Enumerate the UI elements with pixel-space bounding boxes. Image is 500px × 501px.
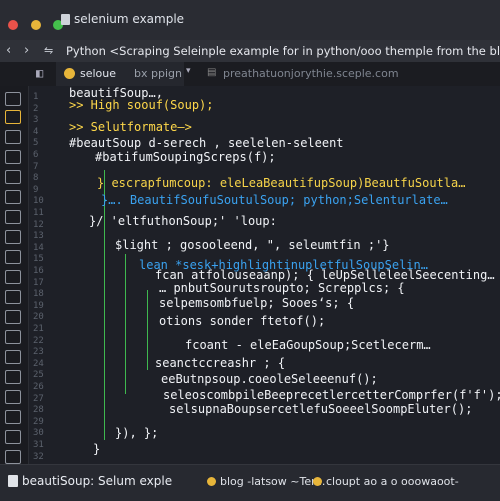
database-icon[interactable]: [5, 270, 21, 284]
code-line[interactable]: selpemsombfuelp; Sooes‘s; {: [159, 296, 354, 310]
code-line[interactable]: $light ; gosooleend, ", seleumtfin ;'}: [115, 238, 390, 252]
code-line[interactable]: >> Selutformate—>: [69, 120, 192, 134]
back-button[interactable]: ‹: [6, 43, 11, 58]
new-tab-icon[interactable]: ◧: [36, 66, 43, 80]
settings-icon[interactable]: [5, 430, 21, 444]
tab-label: preathatuonjorythie.sceple.com: [223, 67, 399, 80]
activity-bar: [0, 86, 29, 500]
status-indicator-icon: [207, 477, 216, 486]
source-control-icon[interactable]: [5, 150, 21, 164]
browser-icon[interactable]: [5, 290, 21, 304]
notifications-icon[interactable]: [5, 450, 21, 464]
status-file[interactable]: beautiSoup: Selum exple: [22, 474, 172, 488]
extensions-icon[interactable]: [5, 190, 21, 204]
code-line[interactable]: >> High soouf(Soup);: [69, 98, 214, 112]
search-icon[interactable]: [5, 130, 21, 144]
path-bar: ‹ › ⇋ Python <Scraping Seleinple example…: [0, 40, 500, 62]
code-line[interactable]: eeButnpsoup.coeoleSeleeenuf();: [161, 372, 378, 386]
code-line[interactable]: #batifumSoupingScreps(f);: [95, 150, 276, 164]
code-line[interactable]: #beautSoup d-serech , seelelen-seleent: [69, 136, 344, 150]
files-icon[interactable]: [5, 92, 21, 106]
window-controls: [8, 15, 66, 34]
timeline-icon[interactable]: [5, 330, 21, 344]
close-button[interactable]: [8, 20, 18, 30]
tab-bx-ppign[interactable]: bx ppign ▾: [130, 62, 198, 86]
file-icon: [8, 475, 18, 487]
code-line[interactable]: selsupnaBoupsercetlefuSoeeelSoompEluter(…: [169, 402, 472, 416]
document-icon: ▤: [207, 67, 217, 78]
breadcrumb[interactable]: Python <Scraping Seleinple example for i…: [66, 44, 500, 58]
code-line[interactable]: otions sonder ftetof();: [159, 314, 325, 328]
terminal-icon[interactable]: [5, 210, 21, 224]
code-area[interactable]: beautifSoup…, >> High soouf(Soup); >> Selu…: [29, 86, 500, 464]
code-line[interactable]: seleoscombpileBeeprecetlercetterComprfer…: [163, 388, 500, 402]
chevron-down-icon[interactable]: ▾: [186, 66, 191, 76]
tab-bar: ◧ seloue bx ppign ▾ ▤ preathatuonjorythi…: [0, 62, 500, 87]
status-bar: beautiSoup: Selum exple blog -latsow ~Te…: [0, 464, 500, 501]
forward-button[interactable]: ›: [24, 43, 29, 58]
title-bar: selenium example: [0, 0, 500, 40]
code-line[interactable]: }/ 'eltfuthonSoup;' 'loup:: [89, 214, 277, 228]
accounts-icon[interactable]: [5, 410, 21, 424]
packages-icon[interactable]: [5, 390, 21, 404]
tab-label: bx ppign: [134, 67, 182, 80]
code-line[interactable]: } escrapfumcoup: eleLeaBeautifupSoup)Bea…: [97, 176, 465, 190]
code-line[interactable]: fcan atfolouseaanp); { leUpSelleleelSeec…: [155, 268, 495, 282]
docker-icon[interactable]: [5, 370, 21, 384]
code-editor[interactable]: 1 2 3 4 5 6 7 8 9 10 11 12 13 14 15 16 17 18 19 20 21 22 23 24 2…: [29, 86, 500, 464]
file-icon: [61, 14, 70, 25]
code-line[interactable]: fcoant - eleEaGoupSoup;Scetlecerm…: [185, 338, 431, 352]
window-title: selenium example: [74, 12, 185, 26]
ide-window: selenium example ‹ › ⇋ Python <Scraping …: [0, 0, 500, 501]
code-line[interactable]: seanctccreashr ; {: [155, 356, 285, 370]
status-cloud[interactable]: cloupt ao a o ooowaoot-: [326, 475, 459, 488]
minimize-button[interactable]: [30, 20, 41, 30]
tests-icon[interactable]: [5, 310, 21, 324]
outline-icon[interactable]: [5, 230, 21, 244]
status-indicator-icon: [313, 477, 322, 486]
tab-preathatu[interactable]: ▤ preathatuonjorythie.sceple.com: [205, 62, 405, 86]
bookmarks-icon[interactable]: [5, 250, 21, 264]
code-line[interactable]: }: [93, 442, 100, 456]
code-line[interactable]: … pnbutSourutsroupto; Screpplcs; {: [159, 281, 405, 295]
run-debug-icon[interactable]: [5, 170, 21, 184]
remote-icon[interactable]: [5, 350, 21, 364]
code-line[interactable]: }…. BeautifSoufuSoutulSoup; python;Selen…: [101, 193, 448, 207]
split-icon[interactable]: ⇋: [44, 44, 53, 57]
python-file-icon: [64, 68, 75, 79]
code-line[interactable]: }), };: [115, 426, 158, 440]
status-branch[interactable]: blog -latsow ~Tem.: [220, 475, 325, 488]
explorer-icon[interactable]: [5, 110, 21, 124]
tab-label: seloue: [80, 67, 117, 80]
